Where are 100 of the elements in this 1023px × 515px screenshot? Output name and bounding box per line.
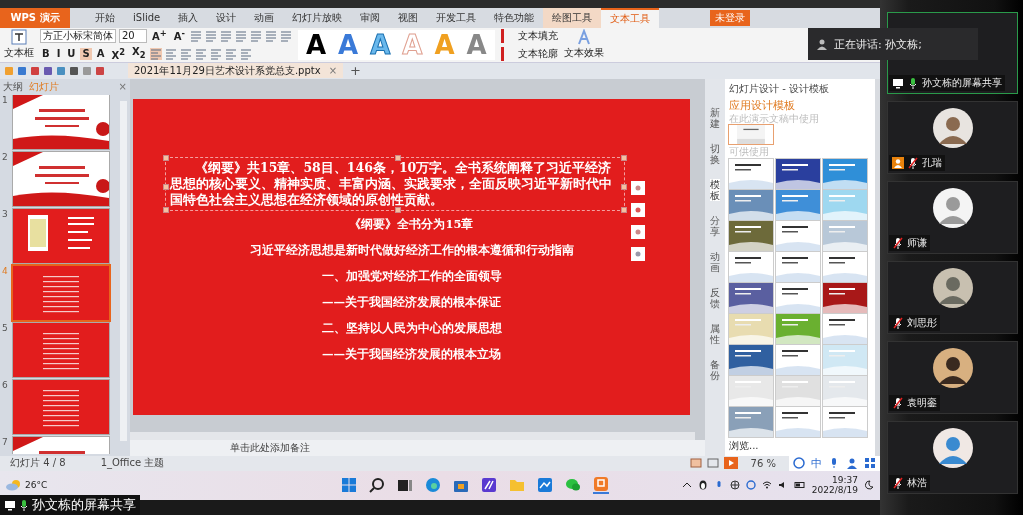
side-tab[interactable]: 动画 <box>710 250 720 273</box>
template-thumbnail[interactable] <box>823 282 867 313</box>
template-thumbnail[interactable] <box>776 313 820 344</box>
template-thumbnail[interactable] <box>776 220 820 251</box>
floating-tool-icon[interactable] <box>631 246 645 261</box>
textbox-button[interactable]: 文本框 <box>4 46 34 61</box>
normal-view-icon[interactable] <box>689 458 702 468</box>
format-button[interactable]: B <box>40 47 52 60</box>
resize-handle[interactable] <box>621 154 627 161</box>
spacing-icon[interactable] <box>240 47 253 60</box>
text-style-preset[interactable]: A <box>338 30 359 59</box>
pane-title[interactable]: 幻灯片设计 - 设计模板 <box>729 82 829 94</box>
text-style-preset[interactable]: A <box>466 30 487 59</box>
panel-tab[interactable]: 大纲 <box>3 79 23 94</box>
slide-thumbnail[interactable] <box>13 151 109 206</box>
ribbon-tab[interactable]: 视图 <box>389 7 428 28</box>
resize-handle[interactable] <box>163 154 169 161</box>
text-effect-icon[interactable] <box>575 29 592 46</box>
template-thumbnail[interactable] <box>823 375 867 406</box>
template-thumbnail[interactable] <box>823 251 867 282</box>
align-icon[interactable] <box>150 47 163 60</box>
participant-tile[interactable]: 孔瑞 <box>887 101 1018 174</box>
list-icon[interactable] <box>189 29 202 42</box>
toolbar-icon[interactable] <box>69 65 79 76</box>
browse-link[interactable]: 浏览... <box>729 438 759 453</box>
template-thumbnail[interactable] <box>729 313 773 344</box>
resize-handle[interactable] <box>395 206 401 213</box>
toolbar-icon[interactable] <box>17 65 27 76</box>
textbox-icon[interactable] <box>11 29 27 46</box>
template-thumbnail[interactable] <box>729 375 773 406</box>
slide-thumbnail[interactable] <box>13 94 109 149</box>
align-icon[interactable] <box>165 47 178 60</box>
clock-date[interactable]: 2022/8/19 <box>811 485 858 496</box>
template-thumbnail[interactable] <box>776 344 820 375</box>
indent-icon[interactable] <box>234 29 247 42</box>
task-view-icon[interactable] <box>396 477 413 494</box>
ime-logo-icon[interactable] <box>793 457 805 469</box>
presentation-icon[interactable] <box>592 476 609 495</box>
document-tab[interactable]: 2021年11月29日艺术设计系党总支.pptx × <box>128 63 343 79</box>
format-button[interactable]: U <box>65 47 78 60</box>
toolbar-icon[interactable] <box>30 65 40 76</box>
play-icon[interactable] <box>723 457 738 469</box>
side-tab[interactable]: 分享 <box>710 214 720 237</box>
template-thumbnail[interactable] <box>729 124 773 144</box>
floating-tool-icon[interactable] <box>631 202 645 217</box>
app-icon[interactable] <box>480 477 497 494</box>
spacing-icon[interactable] <box>279 29 292 42</box>
ribbon-tab[interactable]: 文本工具 <box>601 7 660 28</box>
side-tab[interactable]: 模板 <box>710 178 720 201</box>
template-thumbnail[interactable] <box>776 375 820 406</box>
meeting-icon[interactable] <box>745 480 756 491</box>
ribbon-tab[interactable]: 特色功能 <box>485 7 544 28</box>
columns-icon[interactable] <box>264 29 277 42</box>
participant-tile[interactable]: 师谦 <box>887 181 1018 254</box>
align-icon[interactable] <box>195 47 208 60</box>
template-thumbnail[interactable] <box>823 189 867 220</box>
scrollbar[interactable] <box>130 431 695 440</box>
moon-icon[interactable] <box>864 480 874 491</box>
participant-tile[interactable]: 林浩 <box>887 421 1018 494</box>
grow-font-button[interactable]: A$^{+}$ <box>150 27 169 44</box>
resize-handle[interactable] <box>163 183 169 190</box>
format-button[interactable]: A <box>94 47 107 60</box>
ribbon-tab[interactable]: 绘图工具 <box>543 7 602 28</box>
font-dropdown[interactable]: 方正小标宋简体 <box>40 28 116 43</box>
browser-icon[interactable] <box>424 477 441 494</box>
ribbon-tab[interactable]: 审阅 <box>351 7 390 28</box>
template-thumbnail[interactable] <box>729 251 773 282</box>
template-thumbnail[interactable] <box>729 282 773 313</box>
penguin-icon[interactable] <box>697 480 708 491</box>
side-tab[interactable]: 反馈 <box>710 286 720 309</box>
template-thumbnail[interactable] <box>729 344 773 375</box>
slide-thumbnail[interactable] <box>13 379 109 434</box>
text-outline-button[interactable]: 文本轮廓 <box>500 46 558 61</box>
app-icon[interactable] <box>536 477 553 494</box>
resize-handle[interactable] <box>621 206 627 213</box>
start-icon[interactable] <box>340 477 357 494</box>
template-thumbnail[interactable] <box>823 220 867 251</box>
align-icon[interactable] <box>180 47 193 60</box>
template-thumbnail[interactable] <box>823 313 867 344</box>
input-mode-indicator[interactable]: 中 <box>811 455 822 471</box>
template-thumbnail[interactable] <box>729 406 773 437</box>
notes-placeholder[interactable]: 单击此处添加备注 <box>230 440 310 455</box>
template-thumbnail[interactable] <box>776 189 820 220</box>
grid-view-icon[interactable] <box>706 458 719 468</box>
text-fill-button[interactable]: 文本填充 <box>500 28 558 43</box>
resize-handle[interactable] <box>163 206 169 213</box>
ribbon-tab[interactable]: 开始 <box>86 7 124 28</box>
grid-icon[interactable] <box>864 457 876 469</box>
search-icon[interactable] <box>368 477 385 494</box>
spacing-icon[interactable] <box>225 47 238 60</box>
participant-tile[interactable]: 袁明銮 <box>887 341 1018 414</box>
side-tab[interactable]: 新建 <box>710 106 720 129</box>
participant-tile[interactable]: 刘思彤 <box>887 261 1018 334</box>
template-thumbnail[interactable] <box>776 251 820 282</box>
template-thumbnail[interactable] <box>729 220 773 251</box>
toolbar-icon[interactable] <box>43 65 53 76</box>
resize-handle[interactable] <box>395 154 401 161</box>
template-thumbnail[interactable] <box>823 344 867 375</box>
spacing-icon[interactable] <box>249 29 262 42</box>
format-button[interactable]: S <box>80 47 92 60</box>
